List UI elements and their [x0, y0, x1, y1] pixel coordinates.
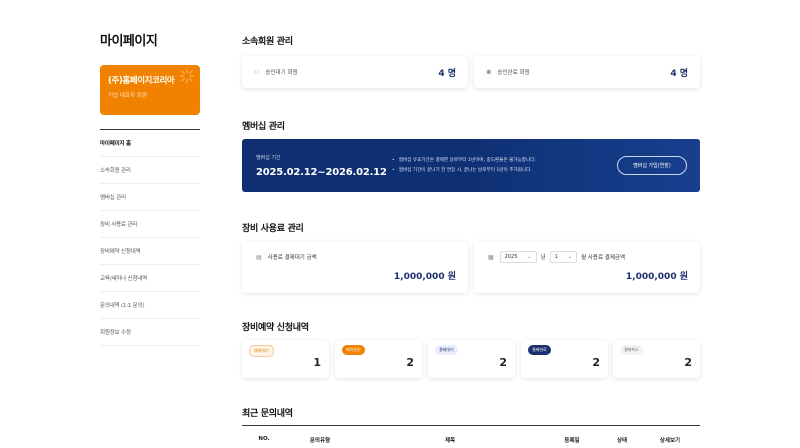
sidebar-item-profile-edit[interactable]: 회원정보 수정 — [100, 319, 200, 346]
org-profile-card: (주)홈페이지코리아 기업 대표자 회원 — [100, 65, 200, 115]
monthly-fee-amount: 1,000,000 원 — [625, 272, 688, 282]
month-suffix-label: 월 사용료 결제금액 — [581, 255, 626, 261]
user-clock-icon: ⚇ — [254, 68, 260, 76]
sidebar-item-reservations[interactable]: 장비예약 신청내역 — [100, 238, 200, 265]
sidebar-item-membership[interactable]: 멤버십 관리 — [100, 184, 200, 211]
section-title-members: 소속회원 관리 — [242, 37, 293, 47]
reservation-status-card[interactable]: 결제취소 2 — [613, 340, 700, 378]
column-header: 상세보기 — [659, 438, 681, 444]
reservation-count: 2 — [592, 356, 600, 369]
section-title-reservations: 장비예약 신청내역 — [242, 323, 309, 333]
pending-members-card[interactable]: ⚇ 승인대기 회원 4 명 — [242, 56, 468, 88]
approved-members-label: 승인완료 회원 — [497, 70, 530, 76]
membership-period: 2025.02.12~2026.02.12 — [256, 167, 387, 178]
reservation-status-card[interactable]: 결제완료 2 — [521, 340, 608, 378]
reservation-status-card[interactable]: 예약승인 2 — [335, 340, 422, 378]
card-icon: ▤ — [256, 253, 262, 261]
reservation-count: 2 — [406, 356, 414, 369]
pending-fee-card: ▤ 사용료 결제대기 금액 1,000,000 원 — [242, 241, 468, 293]
approved-members-count: 4 명 — [670, 68, 688, 79]
membership-note: 멤버십 기간이 끝나기 전 연장 시, 끝나는 날로부터 1년이 추가됩니다. — [392, 166, 536, 176]
org-role: 기업 대표자 회원 — [108, 93, 147, 99]
approved-members-card[interactable]: ⚉ 승인완료 회원 4 명 — [474, 56, 700, 88]
sidebar-item-equipment-fee[interactable]: 장비 사용료 관리 — [100, 211, 200, 238]
reservation-status-card[interactable]: 결제대기 2 — [428, 340, 515, 378]
sun-decoration-icon — [179, 68, 195, 84]
status-badge: 예약승인 — [342, 345, 365, 355]
sidebar: 마이페이지 (주)홈페이지코리아 기업 대표자 회원 마이페이지 홈 소속회원 … — [100, 30, 200, 346]
chevron-down-icon: ⌄ — [567, 254, 573, 260]
pending-fee-label: 사용료 결제대기 금액 — [267, 255, 317, 261]
chevron-down-icon: ⌄ — [527, 254, 532, 260]
reservation-count: 2 — [499, 356, 507, 369]
sidebar-item-seminars[interactable]: 교육/세미나 신청내역 — [100, 265, 200, 292]
membership-note: 멤버십 유효기간은 결제한 날로부터 1년이며, 중도환불은 불가능합니다. — [392, 156, 536, 166]
sidebar-item-members[interactable]: 소속회원 관리 — [100, 157, 200, 184]
column-header: 상태 — [616, 438, 628, 444]
section-title-membership: 멤버십 관리 — [242, 122, 285, 132]
status-badge: 예약대기 — [249, 345, 274, 357]
membership-notes: 멤버십 유효기간은 결제한 날로부터 1년이며, 중도환불은 불가능합니다. 멤… — [392, 156, 536, 176]
year-suffix: 년 — [540, 255, 546, 261]
status-badge: 결제대기 — [435, 345, 458, 355]
year-select[interactable]: 2025 ⌄ — [499, 251, 537, 263]
column-header: 등록일 — [564, 438, 580, 444]
column-header: NO. — [258, 436, 270, 442]
pending-members-count: 4 명 — [438, 68, 456, 79]
reservation-status-card[interactable]: 예약대기 1 — [242, 340, 329, 378]
pending-fee-amount: 1,000,000 원 — [393, 272, 456, 282]
section-title-equipment-fee: 장비 사용료 관리 — [242, 224, 304, 234]
column-header: 제목 — [444, 438, 456, 444]
membership-period-label: 멤버십 기간 — [256, 155, 281, 161]
reservation-count: 1 — [313, 356, 321, 369]
section-title-inquiries: 최근 문의내역 — [242, 409, 293, 419]
sidebar-menu: 마이페이지 홈 소속회원 관리 멤버십 관리 장비 사용료 관리 장비예약 신청… — [100, 129, 200, 346]
inquiries-table-header: NO. 문의유형 제목 등록일 상태 상세보기 — [242, 425, 700, 448]
calendar-icon: ▦ — [488, 253, 494, 261]
sidebar-item-inquiries[interactable]: 문의내역 (1:1 문의) — [100, 292, 200, 319]
sidebar-item-mypage-home[interactable]: 마이페이지 홈 — [100, 130, 200, 157]
status-badge: 결제완료 — [528, 345, 551, 355]
status-badge: 결제취소 — [620, 345, 643, 355]
monthly-fee-card: ▦ 2025 ⌄ 년 1 ⌄ 월 사용료 결제금액 1,000,000 원 — [474, 241, 700, 293]
reservation-count: 2 — [684, 356, 692, 369]
user-check-icon: ⚉ — [486, 68, 492, 76]
month-select[interactable]: 1 ⌄ — [549, 251, 578, 263]
sidebar-title: 마이페이지 — [100, 34, 158, 49]
membership-join-button[interactable]: 멤버십 가입(연장) — [617, 156, 687, 175]
pending-members-label: 승인대기 회원 — [265, 70, 298, 76]
column-header: 문의유형 — [309, 438, 331, 444]
